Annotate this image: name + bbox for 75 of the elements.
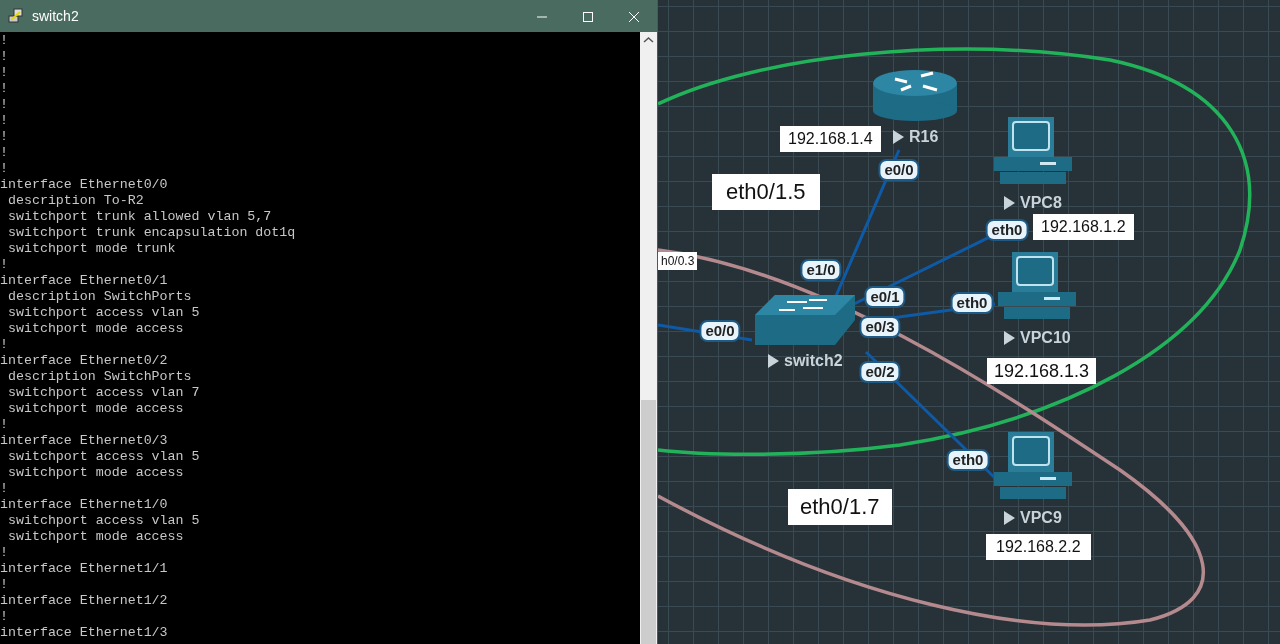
terminal-line: description SwitchPorts [6,289,193,305]
app-icon [8,8,24,24]
terminal-line: switchport access vlan 7 [6,385,201,401]
port-label: e0/1 [864,286,906,308]
terminal-line: ! [0,113,9,129]
port-label: eth0 [985,219,1029,241]
terminal-line: ! [0,417,9,433]
text-note: eth0/1.5 [712,174,820,210]
port-label: e0/0 [878,159,920,181]
terminal-line: switchport access vlan 5 [6,449,201,465]
port-label: e0/0 [699,320,741,342]
terminal-line: interface Ethernet1/3 [0,625,169,641]
terminal-line: ! [0,129,9,145]
node-name: switch2 [784,351,843,371]
terminal-line: ! [0,97,9,113]
play-icon [1004,331,1015,345]
terminal-line: ! [0,65,9,81]
scroll-thumb[interactable] [641,400,656,644]
terminal-line: switchport access vlan 5 [6,513,201,529]
node-name: VPC10 [1020,328,1071,348]
terminal-line: interface Ethernet1/1 [0,561,169,577]
port-label: eth0 [950,292,994,314]
terminal-line: ! [0,257,9,273]
terminal-line: interface Ethernet0/1 [0,273,169,289]
close-icon [628,10,640,23]
port-label: eth0 [946,449,990,471]
terminal-line: interface Ethernet1/0 [0,497,169,513]
play-icon [1004,196,1015,210]
text-note: 192.168.1.2 [1033,214,1134,240]
scrollbar[interactable] [640,32,657,644]
terminal-line: switchport mode access [6,465,185,481]
window-title: switch2 [32,6,79,26]
terminal-line: switchport access vlan 5 [6,305,201,321]
port-label: e1/0 [800,259,842,281]
network-switch-icon [755,295,855,345]
node-name: R16 [909,127,939,147]
text-note: 192.168.1.3 [987,358,1097,384]
terminal-line: ! [0,145,9,161]
terminal-line: description To-R2 [6,193,145,209]
terminal-line: ! [0,609,9,625]
text-note: 192.168.1.4 [780,126,881,152]
port-label: e0/3 [859,316,901,338]
terminal-line: interface Ethernet1/2 [0,593,169,609]
play-icon [1004,511,1015,525]
computer-icon [994,117,1072,184]
terminal-line: ! [0,481,9,497]
terminal-line: description SwitchPorts [6,369,193,385]
port-label: e0/2 [859,361,901,383]
terminal-line: interface Ethernet0/3 [0,433,169,449]
text-note: h0/0.3 [658,252,698,270]
node-name: VPC8 [1020,193,1062,213]
terminal-line: interface Ethernet0/0 [0,177,169,193]
terminal-line: interface Ethernet0/2 [0,353,169,369]
terminal-line: ! [0,33,9,49]
terminal-line: switchport mode trunk [6,241,177,257]
terminal-line: switchport trunk allowed vlan 5,7 [6,209,273,225]
terminal-line: ! [0,49,9,65]
terminal-line: switchport mode access [6,401,185,417]
router-icon [873,70,957,121]
text-note: 192.168.2.2 [986,534,1091,560]
terminal-line: ! [0,81,9,97]
terminal-line: ! [0,161,9,177]
text-note: eth0/1.7 [788,489,892,525]
terminal-line: ! [0,577,9,593]
terminal-line: switchport trunk encapsulation dot1q [6,225,297,241]
maximize-icon [582,10,594,23]
terminal-line: ! [0,545,9,561]
terminal-line: switchport mode access [6,529,185,545]
computer-icon [998,252,1076,319]
computer-icon [994,432,1072,499]
terminal-line: ! [0,337,9,353]
play-icon [768,354,779,368]
node-name: VPC9 [1020,508,1062,528]
terminal-line: switchport mode access [6,321,185,337]
play-icon [893,130,904,144]
